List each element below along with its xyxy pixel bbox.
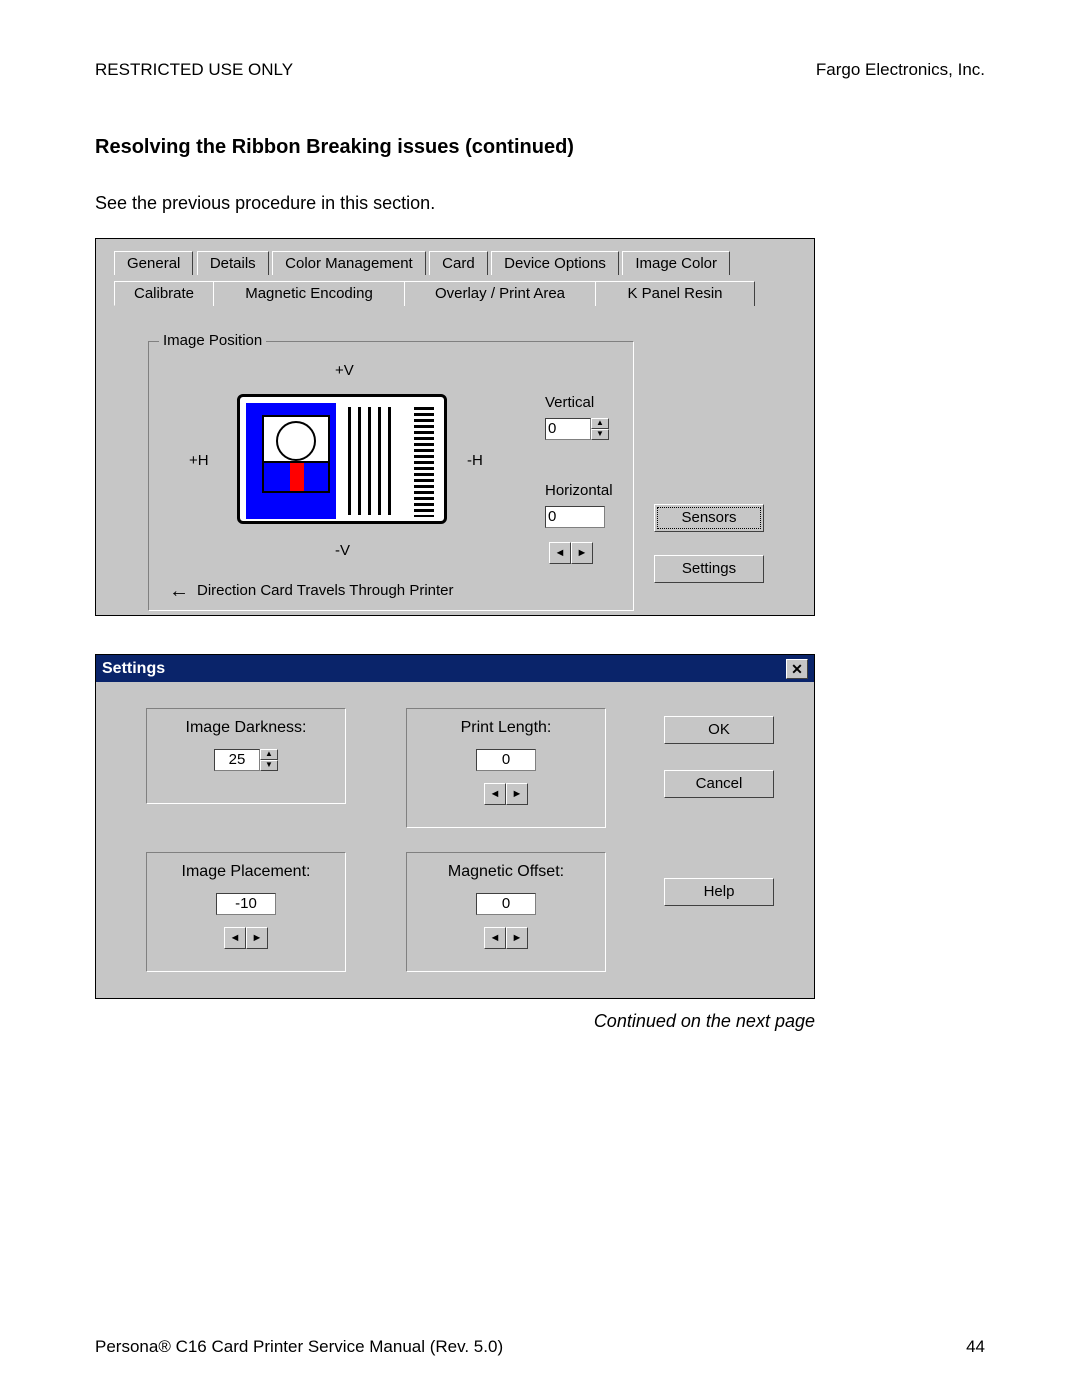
cancel-button[interactable]: Cancel bbox=[664, 770, 774, 798]
calibrate-tab-panel: General Details Color Management Card De… bbox=[95, 238, 815, 616]
tab-card[interactable]: Card bbox=[429, 251, 488, 275]
tabs-row-1: General Details Color Management Card De… bbox=[114, 251, 729, 275]
help-button[interactable]: Help bbox=[664, 878, 774, 906]
image-darkness-spinner[interactable]: ▲▼ bbox=[260, 749, 278, 771]
tab-overlay-print-area[interactable]: Overlay / Print Area bbox=[404, 281, 596, 306]
step-right-icon[interactable]: ► bbox=[506, 783, 528, 805]
header-left: RESTRICTED USE ONLY bbox=[95, 60, 293, 80]
vertical-label: Vertical bbox=[545, 394, 594, 411]
image-darkness-label: Image Darkness: bbox=[161, 719, 331, 737]
tie-icon bbox=[290, 463, 304, 491]
tab-details[interactable]: Details bbox=[197, 251, 269, 275]
image-darkness-input[interactable]: 25 bbox=[214, 749, 260, 771]
face-icon bbox=[276, 421, 316, 461]
continued-note: Continued on the next page bbox=[95, 1011, 815, 1032]
card-barcode bbox=[414, 407, 434, 517]
section-title: Resolving the Ribbon Breaking issues (co… bbox=[95, 136, 985, 159]
ok-button[interactable]: OK bbox=[664, 716, 774, 744]
direction-text: Direction Card Travels Through Printer bbox=[197, 582, 454, 599]
print-length-group: Print Length: 0 ◄► bbox=[406, 708, 606, 828]
step-left-icon[interactable]: ◄ bbox=[484, 783, 506, 805]
tab-magnetic-encoding[interactable]: Magnetic Encoding bbox=[213, 281, 405, 306]
card-stripes bbox=[348, 407, 391, 515]
card-illustration bbox=[237, 394, 447, 524]
axis-plus-v: +V bbox=[335, 362, 354, 379]
step-left-icon[interactable]: ◄ bbox=[549, 542, 571, 564]
image-darkness-group: Image Darkness: 25▲▼ bbox=[146, 708, 346, 804]
axis-minus-v: -V bbox=[335, 542, 350, 559]
page-footer: Persona® C16 Card Printer Service Manual… bbox=[95, 1337, 985, 1357]
card-photo bbox=[262, 415, 330, 493]
arrow-left-icon: ← bbox=[169, 580, 189, 603]
card-blue-panel bbox=[246, 403, 336, 519]
tab-body: Image Position +V -V +H -H ← bbox=[114, 309, 796, 605]
step-left-icon[interactable]: ◄ bbox=[484, 927, 506, 949]
horizontal-label: Horizontal bbox=[545, 482, 613, 499]
step-right-icon[interactable]: ► bbox=[246, 927, 268, 949]
image-placement-stepper[interactable]: ◄► bbox=[224, 927, 268, 949]
intro-text: See the previous procedure in this secti… bbox=[95, 193, 985, 214]
tabs-row-2: Calibrate Magnetic Encoding Overlay / Pr… bbox=[114, 281, 754, 306]
horizontal-input[interactable]: 0 bbox=[545, 506, 605, 528]
magnetic-offset-group: Magnetic Offset: 0 ◄► bbox=[406, 852, 606, 972]
vertical-input[interactable]: 0 bbox=[545, 418, 591, 440]
horizontal-stepper[interactable]: ◄► bbox=[549, 542, 593, 564]
group-label: Image Position bbox=[159, 332, 266, 349]
image-position-group: Image Position +V -V +H -H ← bbox=[148, 341, 634, 611]
sensors-button[interactable]: Sensors bbox=[654, 504, 764, 532]
step-left-icon[interactable]: ◄ bbox=[224, 927, 246, 949]
tab-image-color[interactable]: Image Color bbox=[622, 251, 730, 275]
footer-page-number: 44 bbox=[966, 1337, 985, 1357]
step-right-icon[interactable]: ► bbox=[571, 542, 593, 564]
settings-titlebar: Settings ✕ bbox=[96, 655, 814, 682]
axis-plus-h: +H bbox=[189, 452, 209, 469]
tab-general[interactable]: General bbox=[114, 251, 193, 275]
image-placement-label: Image Placement: bbox=[161, 863, 331, 881]
axis-minus-h: -H bbox=[467, 452, 483, 469]
settings-title: Settings bbox=[102, 660, 165, 678]
settings-dialog: Settings ✕ Image Darkness: 25▲▼ Print Le… bbox=[95, 654, 815, 999]
tab-device-options[interactable]: Device Options bbox=[491, 251, 619, 275]
tab-calibrate[interactable]: Calibrate bbox=[114, 281, 214, 306]
step-right-icon[interactable]: ► bbox=[506, 927, 528, 949]
magnetic-offset-stepper[interactable]: ◄► bbox=[484, 927, 528, 949]
magnetic-offset-label: Magnetic Offset: bbox=[421, 863, 591, 881]
tab-color-management[interactable]: Color Management bbox=[272, 251, 426, 275]
footer-left: Persona® C16 Card Printer Service Manual… bbox=[95, 1337, 503, 1357]
close-icon[interactable]: ✕ bbox=[786, 659, 808, 679]
print-length-stepper[interactable]: ◄► bbox=[484, 783, 528, 805]
settings-body: Image Darkness: 25▲▼ Print Length: 0 ◄► … bbox=[96, 682, 814, 998]
tab-k-panel-resin[interactable]: K Panel Resin bbox=[595, 281, 755, 306]
vertical-spinner[interactable]: ▲▼ bbox=[591, 418, 609, 440]
settings-button[interactable]: Settings bbox=[654, 555, 764, 583]
header-right: Fargo Electronics, Inc. bbox=[816, 60, 985, 80]
image-placement-input[interactable]: -10 bbox=[216, 893, 276, 915]
page-header: RESTRICTED USE ONLY Fargo Electronics, I… bbox=[95, 60, 985, 80]
vertical-field-wrap: 0▲▼ bbox=[545, 418, 609, 440]
print-length-label: Print Length: bbox=[421, 719, 591, 737]
horizontal-field-wrap: 0 bbox=[545, 506, 605, 528]
magnetic-offset-input[interactable]: 0 bbox=[476, 893, 536, 915]
print-length-input[interactable]: 0 bbox=[476, 749, 536, 771]
image-placement-group: Image Placement: -10 ◄► bbox=[146, 852, 346, 972]
